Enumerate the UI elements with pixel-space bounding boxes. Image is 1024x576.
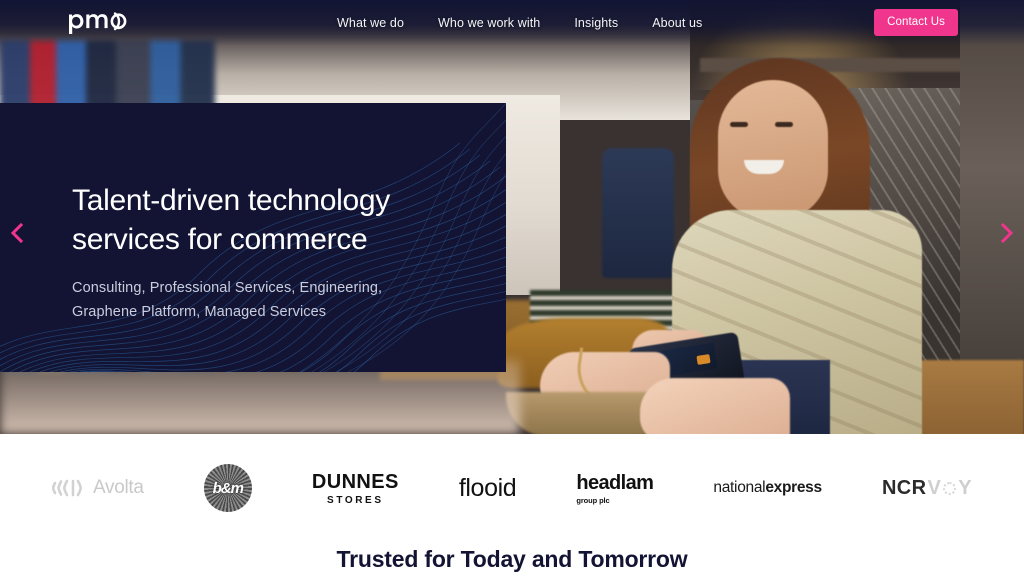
nav-item-insights[interactable]: Insights	[574, 16, 618, 30]
avolta-wordmark: Avolta	[93, 477, 144, 498]
client-logo-national-express[interactable]: national express	[713, 466, 822, 510]
hero-headline: Talent-driven technology services for co…	[72, 184, 390, 256]
site-header: What we do Who we work with Insights Abo…	[0, 0, 1024, 45]
avolta-bars-icon	[52, 478, 86, 498]
hero-subheadline: Consulting, Professional Services, Engin…	[72, 280, 383, 320]
chevron-left-icon	[10, 222, 24, 244]
client-logo-bm[interactable]: b&m	[203, 464, 252, 512]
chevron-right-icon	[1000, 222, 1014, 244]
flooid-wordmark: flooid	[458, 473, 517, 502]
trusted-section: Trusted for Today and Tomorrow	[0, 542, 1024, 576]
client-logo-avolta[interactable]: Avolta	[52, 466, 144, 510]
nav-item-what-we-do[interactable]: What we do	[337, 16, 404, 30]
nav-item-who-we-work-with[interactable]: Who we work with	[438, 16, 540, 30]
headlam-wordmark: headlam	[576, 471, 654, 494]
bm-starburst-icon: b&m	[203, 464, 252, 512]
dunnes-wordmark: DUNNES	[311, 470, 399, 493]
voyix-dotted-o-icon	[943, 481, 957, 495]
hero-section: What we do Who we work with Insights Abo…	[0, 0, 1024, 434]
ncr-wordmark: NCR	[881, 476, 927, 499]
express-word: express	[765, 479, 822, 496]
voyix-y: Y	[958, 476, 972, 499]
contact-us-button[interactable]: Contact Us	[874, 9, 958, 36]
voyix-v: V	[927, 476, 942, 499]
primary-nav: What we do Who we work with Insights Abo…	[337, 0, 702, 45]
national-word: national	[713, 479, 766, 496]
client-logo-dunnes-stores[interactable]: DUNNES STORES	[312, 466, 399, 510]
bm-wordmark: b&m	[212, 479, 244, 497]
carousel-next-button[interactable]	[995, 218, 1019, 248]
pmc-logo-icon	[69, 12, 127, 34]
client-logo-headlam[interactable]: headlam group plc	[576, 466, 654, 510]
trusted-heading: Trusted for Today and Tomorrow	[336, 546, 688, 572]
client-logo-ncr-voyix[interactable]: NCR V Y	[882, 466, 972, 510]
carousel-prev-button[interactable]	[5, 218, 29, 248]
dunnes-stores-subline: STORES	[327, 494, 384, 506]
client-logo-flooid[interactable]: flooid	[458, 466, 517, 510]
headlam-group-plc: group plc	[576, 495, 610, 505]
client-logo-strip: Avolta b&m DUNNES STORES flooid headlam …	[0, 434, 1024, 542]
nav-item-about-us[interactable]: About us	[652, 16, 702, 30]
pmc-logo[interactable]	[68, 7, 132, 35]
hero-text-panel: Talent-driven technology services for co…	[0, 103, 506, 372]
